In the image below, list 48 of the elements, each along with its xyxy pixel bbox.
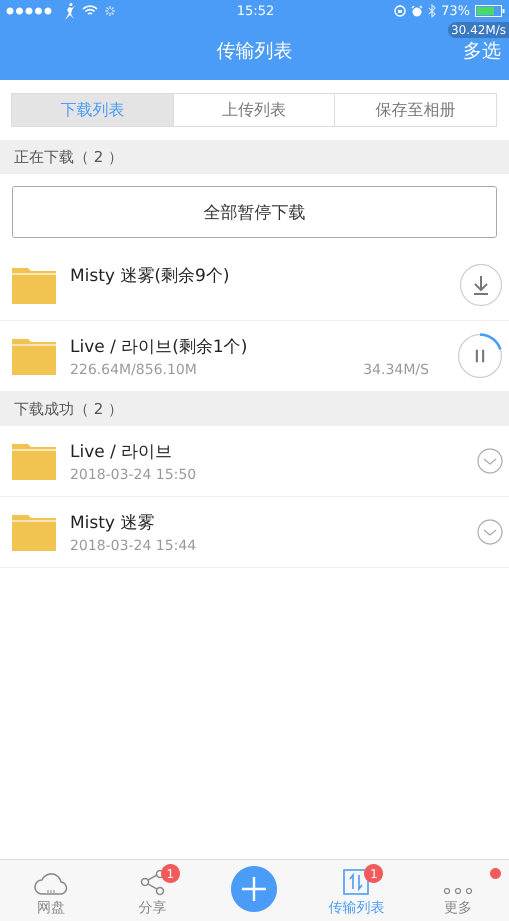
file-row[interactable]: Live / 라이브 2018-03-24 15:50 (0, 426, 509, 497)
expand-chevron-icon[interactable] (477, 519, 503, 545)
folder-icon (12, 337, 56, 375)
transfer-icon (342, 868, 370, 896)
file-name: Live / 라이브 (70, 440, 174, 462)
rotation-lock-icon (394, 5, 406, 17)
notification-badge: 1 (364, 864, 384, 883)
folder-icon (12, 442, 56, 480)
page-title: 传输列表 (216, 39, 292, 64)
download-size: 226.64M/856.10M (70, 362, 197, 378)
notification-badge: 1 (160, 864, 180, 883)
download-speed: 34.34M/S (363, 362, 429, 378)
file-row[interactable]: Misty 迷雾(剩余9个) (0, 250, 509, 321)
file-name: Misty 迷雾(剩余9个) (70, 264, 230, 286)
file-name: Live / 라이브(剩余1个) (70, 336, 248, 358)
segment-tab[interactable]: 上传列表 (172, 93, 336, 127)
bluetooth-icon (428, 4, 436, 18)
pause-all-button[interactable]: 全部暂停下载 (12, 186, 497, 238)
battery-icon (475, 5, 505, 17)
pause-button[interactable] (457, 333, 503, 379)
jumping-figure-icon (62, 2, 76, 20)
add-button[interactable] (231, 866, 278, 912)
battery-percent: 73% (441, 4, 470, 18)
more-icon (443, 886, 474, 896)
expand-chevron-icon[interactable] (477, 448, 503, 474)
file-date: 2018-03-24 15:44 (70, 538, 196, 554)
loading-spinner-icon (104, 5, 116, 17)
file-date: 2018-03-24 15:50 (70, 466, 196, 482)
tab-bar-item[interactable]: 分享 1 (102, 860, 204, 921)
section-title: 下载成功（ 2 ） (14, 400, 124, 418)
tab-bar-item[interactable]: 传输列表 1 (305, 860, 408, 921)
tab-bar-item[interactable]: 更多 (407, 860, 509, 921)
alarm-icon (411, 5, 424, 17)
share-icon (138, 868, 167, 896)
speed-badge: 30.42M/s (448, 22, 509, 38)
folder-icon (12, 266, 56, 304)
file-name: Misty 迷雾 (70, 512, 156, 534)
wifi-icon (82, 5, 98, 17)
cloud-icon (34, 870, 68, 896)
file-row[interactable]: Misty 迷雾 2018-03-24 15:44 (0, 497, 509, 568)
plus-icon (241, 876, 268, 902)
download-button[interactable] (459, 263, 503, 307)
segment-tab[interactable]: 保存至相册 (334, 93, 498, 127)
multi-select-button[interactable]: 多选 (463, 38, 501, 64)
section-title: 正在下载（ 2 ） (14, 148, 124, 166)
status-time: 15:52 (236, 4, 274, 18)
tab-bar-item[interactable]: 网盘 (0, 860, 102, 921)
folder-icon (12, 513, 56, 551)
